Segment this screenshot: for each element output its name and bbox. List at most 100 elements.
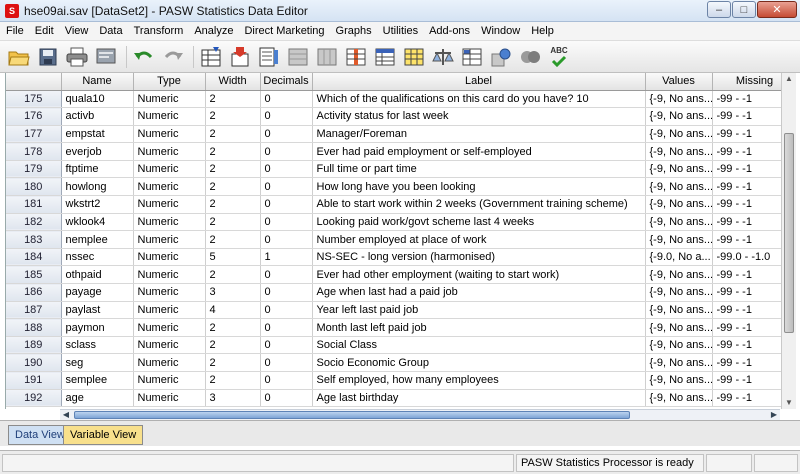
table-row[interactable]: 181 wkstrt2 Numeric 2 0 Able to start work wi…: [6, 195, 796, 214]
save-icon[interactable]: [35, 44, 61, 70]
cell-name[interactable]: wkstrt2: [61, 195, 134, 214]
cell-type[interactable]: Numeric: [133, 213, 206, 232]
scroll-left-arrow[interactable]: ◀: [60, 410, 72, 420]
menu-data[interactable]: Data: [93, 25, 127, 37]
select-cases-icon[interactable]: [430, 44, 456, 70]
cell-values[interactable]: {-9, No ans...: [645, 301, 713, 320]
cell-type[interactable]: Numeric: [133, 248, 206, 267]
row-number[interactable]: 182: [6, 213, 62, 232]
scroll-up-arrow[interactable]: ▲: [782, 73, 796, 85]
use-sets-icon[interactable]: [488, 44, 514, 70]
cell-width[interactable]: 2: [205, 336, 261, 355]
cell-type[interactable]: Numeric: [133, 371, 206, 390]
cell-label[interactable]: Ever had other employment (waiting to st…: [312, 265, 646, 285]
table-row[interactable]: 191 semplee Numeric 2 0 Self employed, how ma…: [6, 371, 796, 390]
cell-width[interactable]: 2: [205, 230, 261, 249]
cell-label[interactable]: Year left last paid job: [312, 301, 646, 320]
cell-decimals[interactable]: 0: [260, 125, 313, 144]
cell-width[interactable]: 3: [205, 283, 261, 302]
cell-values[interactable]: {-9, No ans...: [645, 283, 713, 302]
menu-transform[interactable]: Transform: [128, 25, 189, 37]
close-button[interactable]: ✕: [757, 1, 797, 18]
menu-help[interactable]: Help: [525, 25, 559, 37]
cell-name[interactable]: empstat: [61, 125, 134, 144]
scroll-right-arrow[interactable]: ▶: [768, 410, 780, 420]
cell-values[interactable]: {-9, No ans...: [645, 353, 713, 372]
cell-decimals[interactable]: 1: [260, 248, 313, 267]
cell-decimals[interactable]: 0: [260, 336, 313, 355]
insert-variable-icon[interactable]: [343, 44, 369, 70]
cell-name[interactable]: othpaid: [61, 265, 134, 285]
cell-decimals[interactable]: 0: [260, 90, 313, 109]
row-number[interactable]: 183: [6, 230, 62, 249]
cell-label[interactable]: Age when last had a paid job: [312, 283, 646, 302]
cell-values[interactable]: {-9, No ans...: [645, 160, 713, 179]
cell-name[interactable]: seg: [61, 353, 134, 372]
cell-width[interactable]: 2: [205, 213, 261, 232]
table-row[interactable]: 182 wklook4 Numeric 2 0 Looking paid work/gov…: [6, 213, 796, 232]
cell-type[interactable]: Numeric: [133, 107, 206, 126]
cell-decimals[interactable]: 0: [260, 265, 313, 285]
table-row[interactable]: 189 sclass Numeric 2 0 Social Class {-9, No an…: [6, 336, 796, 355]
cell-values[interactable]: {-9, No ans...: [645, 107, 713, 126]
cell-values[interactable]: {-9, No ans...: [645, 371, 713, 390]
cell-name[interactable]: paylast: [61, 301, 134, 320]
cell-type[interactable]: Numeric: [133, 177, 206, 197]
horizontal-scroll-thumb[interactable]: [74, 411, 630, 419]
cell-label[interactable]: Full time or part time: [312, 160, 646, 179]
cell-type[interactable]: Numeric: [133, 283, 206, 302]
row-number[interactable]: 188: [6, 318, 62, 337]
row-number[interactable]: 186: [6, 283, 62, 302]
cell-values[interactable]: {-9.0, No a...: [645, 248, 713, 267]
insert-cases-icon[interactable]: [314, 44, 340, 70]
spell-check-icon[interactable]: ABC: [546, 44, 572, 70]
cell-label[interactable]: Ever had paid employment or self-employe…: [312, 142, 646, 161]
row-number[interactable]: 176: [6, 107, 62, 126]
header-values[interactable]: Values: [645, 73, 713, 91]
cell-values[interactable]: {-9, No ans...: [645, 318, 713, 337]
cell-type[interactable]: Numeric: [133, 90, 206, 109]
cell-type[interactable]: Numeric: [133, 265, 206, 285]
row-number[interactable]: 181: [6, 195, 62, 214]
value-labels-icon[interactable]: [459, 44, 485, 70]
cell-width[interactable]: 2: [205, 107, 261, 126]
row-number[interactable]: 190: [6, 353, 62, 372]
cell-width[interactable]: 4: [205, 301, 261, 320]
cell-type[interactable]: Numeric: [133, 125, 206, 144]
scroll-down-arrow[interactable]: ▼: [782, 397, 796, 409]
table-row[interactable]: 176 activb Numeric 2 0 Activity status for la…: [6, 107, 796, 126]
cell-type[interactable]: Numeric: [133, 336, 206, 355]
cell-type[interactable]: Numeric: [133, 195, 206, 214]
cell-label[interactable]: Able to start work within 2 weeks (Gover…: [312, 195, 646, 214]
row-number[interactable]: 191: [6, 371, 62, 390]
row-number[interactable]: 180: [6, 177, 62, 197]
cell-name[interactable]: sclass: [61, 336, 134, 355]
cell-decimals[interactable]: 0: [260, 283, 313, 302]
cell-type[interactable]: Numeric: [133, 389, 206, 408]
weight-cases-icon[interactable]: [401, 44, 427, 70]
cell-decimals[interactable]: 0: [260, 353, 313, 372]
cell-values[interactable]: {-9, No ans...: [645, 336, 713, 355]
cell-values[interactable]: {-9, No ans...: [645, 213, 713, 232]
cell-values[interactable]: {-9, No ans...: [645, 177, 713, 197]
row-number[interactable]: 189: [6, 336, 62, 355]
cell-width[interactable]: 3: [205, 389, 261, 408]
cell-label[interactable]: Month last left paid job: [312, 318, 646, 337]
cell-values[interactable]: {-9, No ans...: [645, 125, 713, 144]
menu-edit[interactable]: Edit: [29, 25, 59, 37]
row-number[interactable]: 187: [6, 301, 62, 320]
cell-name[interactable]: everjob: [61, 142, 134, 161]
cell-name[interactable]: age: [61, 389, 134, 408]
menu-add-ons[interactable]: Add-ons: [423, 25, 475, 37]
table-row[interactable]: 179 ftptime Numeric 2 0 Full time or part tim…: [6, 160, 796, 179]
table-row[interactable]: 192 age Numeric 3 0 Age last birthday {-9, No …: [6, 389, 796, 408]
show-all-variables-icon[interactable]: [517, 44, 543, 70]
goto-variable-icon[interactable]: [227, 44, 253, 70]
cell-label[interactable]: Which of the qualifications on this card…: [312, 90, 646, 109]
cell-decimals[interactable]: 0: [260, 230, 313, 249]
cell-width[interactable]: 2: [205, 142, 261, 161]
cell-type[interactable]: Numeric: [133, 230, 206, 249]
table-row[interactable]: 186 payage Numeric 3 0 Age when last had a pa…: [6, 283, 796, 302]
cell-width[interactable]: 2: [205, 318, 261, 337]
cell-width[interactable]: 2: [205, 265, 261, 285]
